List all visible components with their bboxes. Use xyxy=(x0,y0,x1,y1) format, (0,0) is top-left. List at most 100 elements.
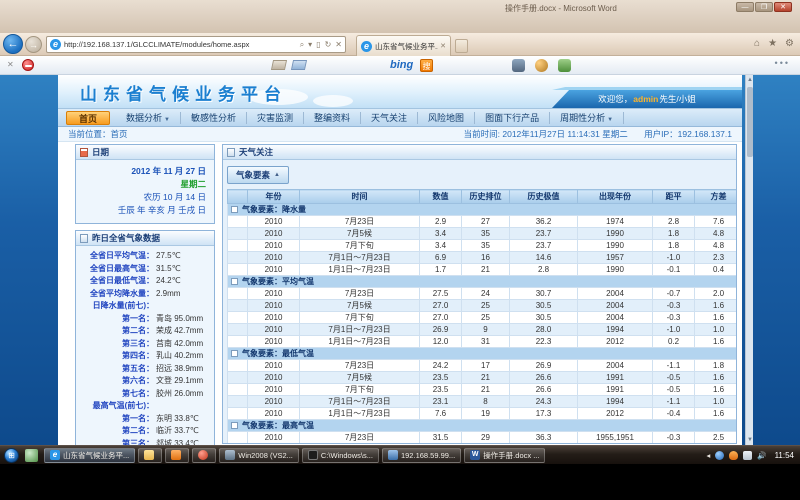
nav-item-4[interactable]: 整编资料 xyxy=(304,112,361,124)
nav-item-0[interactable]: 首页 xyxy=(66,111,110,125)
table-row[interactable]: 20101月1日～7月23日7.61917.32012-0.41.6 xyxy=(228,408,738,420)
media-icon xyxy=(198,450,208,460)
group-row-2[interactable]: 气象要素：最低气温 xyxy=(228,348,738,360)
mail-icon[interactable] xyxy=(291,60,307,70)
taskbar-media-button[interactable] xyxy=(192,448,216,463)
table-row[interactable]: 20107月下旬3.43523.719901.84.8 xyxy=(228,240,738,252)
table-cell: 2012 xyxy=(578,408,653,420)
bing-logo[interactable]: bing xyxy=(390,59,413,71)
addons-puzzle-icon[interactable] xyxy=(558,59,571,72)
back-button[interactable]: ← xyxy=(3,34,23,54)
group-row-1[interactable]: 气象要素：平均气温 xyxy=(228,276,738,288)
toolbar-more-icon[interactable]: ••• xyxy=(775,58,790,68)
show-hidden-icons[interactable]: ◂ xyxy=(706,451,710,460)
table-cell: 1955,1951 xyxy=(578,432,653,444)
compatibility-icon[interactable]: ▯ xyxy=(316,40,320,49)
minimize-button[interactable]: — xyxy=(736,2,754,12)
url-text[interactable]: http://192.168.137.1/GLCCLIMATE/modules/… xyxy=(64,40,300,49)
column-header-1[interactable]: 时间 xyxy=(300,190,420,204)
maximize-button[interactable]: ❐ xyxy=(755,2,773,12)
group-row-3[interactable]: 气象要素：最高气温 xyxy=(228,420,738,432)
table-row[interactable]: 20107月23日2.92736.219742.87.6 xyxy=(228,216,738,228)
nav-item-7[interactable]: 图面下行产品 xyxy=(475,112,550,124)
card-icon[interactable] xyxy=(271,60,287,70)
table-row[interactable]: 20107月23日27.52430.72004-0.72.0 xyxy=(228,288,738,300)
new-tab-button[interactable] xyxy=(455,39,468,53)
rank-label: 第五名： xyxy=(78,363,154,376)
stat-row: 全省日最低气温：24.2℃ xyxy=(78,275,212,288)
page-scrollbar[interactable]: ▲ ▼ xyxy=(745,75,753,445)
taskbar-ie-button[interactable]: e 山东省气候业务平... xyxy=(44,448,135,463)
ie-favicon: e xyxy=(50,39,61,50)
table-row[interactable]: 20107月23日24.21726.92004-1.11.8 xyxy=(228,360,738,372)
home-icon[interactable]: ⌂ xyxy=(754,38,760,49)
table-row[interactable]: 20107月1日～7月23日23.1824.31994-1.11.0 xyxy=(228,396,738,408)
group-checkbox[interactable] xyxy=(231,206,238,213)
search-icon[interactable]: ⌕ xyxy=(300,40,304,50)
close-button[interactable]: ✕ xyxy=(774,2,792,12)
dropdown-arrow-icon[interactable]: ▾ xyxy=(308,40,312,49)
taskbar-button-3[interactable]: W操作手册.docx ... xyxy=(464,448,545,463)
refresh-icon[interactable]: ↻ xyxy=(325,40,332,49)
table-row[interactable]: 20107月下旬27.02530.52004-0.31.6 xyxy=(228,312,738,324)
column-header-2[interactable]: 数值 xyxy=(420,190,462,204)
taskbar-button-2[interactable]: 192.168.59.99... xyxy=(382,448,461,463)
favorites-star-icon[interactable]: ★ xyxy=(768,38,777,49)
taskbar-app-button[interactable] xyxy=(165,448,189,463)
nav-item-3[interactable]: 灾害监测 xyxy=(247,112,304,124)
nav-item-2[interactable]: 敏感性分析 xyxy=(181,112,247,124)
bing-search-button[interactable]: 搜 xyxy=(420,59,433,72)
table-row[interactable]: 20107月1日～7月23日26.9928.01994-1.01.0 xyxy=(228,324,738,336)
column-header-7[interactable]: 方差 xyxy=(695,190,738,204)
table-cell: 2010 xyxy=(248,336,300,348)
forward-button[interactable]: → xyxy=(25,36,42,53)
current-time: 当前时间: 2012年11月27日 11:14:31 星期二 xyxy=(464,129,628,139)
quick-launch-icon[interactable] xyxy=(25,449,38,462)
table-row[interactable]: 20107月5候31.42535.31951-0.31.9 xyxy=(228,444,738,445)
group-checkbox[interactable] xyxy=(231,350,238,357)
rank-label: 第四名： xyxy=(78,350,154,363)
browser-tab[interactable]: e 山东省气候业务平... ✕ xyxy=(356,35,451,56)
scroll-down-icon[interactable]: ▼ xyxy=(746,435,754,445)
scroll-up-icon[interactable]: ▲ xyxy=(746,75,754,85)
addon-logo-icon[interactable] xyxy=(22,59,34,71)
tab-close-icon[interactable]: ✕ xyxy=(440,42,446,50)
table-row[interactable]: 20107月5候23.52126.61991-0.51.6 xyxy=(228,372,738,384)
table-row[interactable]: 20101月1日～7月23日1.7212.81990-0.10.4 xyxy=(228,264,738,276)
column-header-0[interactable]: 年份 xyxy=(248,190,300,204)
update-icon[interactable] xyxy=(729,451,738,460)
nav-item-5[interactable]: 天气关注 xyxy=(361,112,418,124)
taskbar-explorer-button[interactable] xyxy=(138,448,162,463)
address-bar[interactable]: e http://192.168.137.1/GLCCLIMATE/module… xyxy=(46,36,346,53)
table-row[interactable]: 20107月1日～7月23日6.91614.61957-1.02.3 xyxy=(228,252,738,264)
toolbar-close-icon[interactable]: ✕ xyxy=(7,60,14,69)
volume-icon[interactable]: 🔊 xyxy=(757,451,766,460)
group-row-0[interactable]: 气象要素：降水量 xyxy=(228,204,738,216)
stop-icon[interactable]: ✕ xyxy=(335,40,342,49)
scrollbar-thumb[interactable] xyxy=(747,87,753,157)
nav-item-8[interactable]: 周期性分析▼ xyxy=(550,112,624,124)
column-header-3[interactable]: 历史排位 xyxy=(462,190,510,204)
table-row[interactable]: 20107月5候3.43523.719901.84.8 xyxy=(228,228,738,240)
nav-item-6[interactable]: 风险地图 xyxy=(418,112,475,124)
table-row[interactable]: 20107月下旬23.52126.61991-0.51.6 xyxy=(228,384,738,396)
group-name: 气象要素：最低气温 xyxy=(242,349,314,358)
column-header-5[interactable]: 出现年份 xyxy=(578,190,653,204)
start-button[interactable]: ⊞ xyxy=(4,448,19,463)
nav-item-1[interactable]: 数据分析▼ xyxy=(116,112,181,124)
column-header-4[interactable]: 历史极值 xyxy=(510,190,578,204)
signal-icon[interactable] xyxy=(535,59,548,72)
table-row[interactable]: 20101月1日～7月23日12.03122.320120.21.6 xyxy=(228,336,738,348)
group-checkbox[interactable] xyxy=(231,422,238,429)
table-row[interactable]: 20107月23日31.52936.31955,1951-0.32.5 xyxy=(228,432,738,444)
settings-gear-icon[interactable]: ⚙ xyxy=(785,38,794,49)
action-center-flag-icon[interactable] xyxy=(743,451,752,460)
group-checkbox[interactable] xyxy=(231,278,238,285)
camera-icon[interactable] xyxy=(512,59,525,72)
element-filter-button[interactable]: 气象要素 ▲ xyxy=(227,166,289,184)
taskbar-button-1[interactable]: C:\Windows\s... xyxy=(302,448,379,463)
table-row[interactable]: 20107月5候27.02530.52004-0.31.6 xyxy=(228,300,738,312)
network-status-icon[interactable] xyxy=(715,451,724,460)
column-header-6[interactable]: 距平 xyxy=(653,190,695,204)
taskbar-button-0[interactable]: Win2008 (VS2... xyxy=(219,448,299,463)
